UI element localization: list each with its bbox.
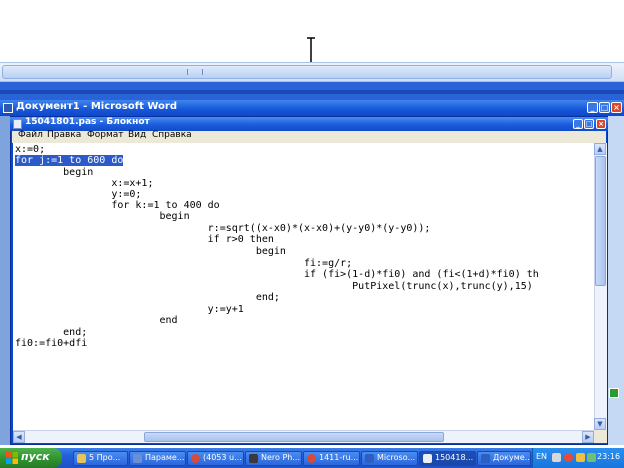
browser-icon — [191, 454, 200, 463]
notepad-close-button[interactable]: × — [596, 119, 606, 129]
word-close-button[interactable]: × — [611, 102, 622, 113]
code-line: begin — [15, 246, 286, 257]
notepad-maximize-button[interactable]: □ — [584, 119, 594, 129]
word-app-icon — [3, 103, 13, 113]
scroll-right-arrow-icon[interactable]: ▶ — [582, 431, 594, 443]
volume-icon[interactable] — [576, 453, 585, 462]
code-line: if r>0 then — [15, 234, 274, 245]
code-line: x:=0; — [15, 144, 46, 155]
menu-help[interactable]: Справка — [152, 130, 192, 140]
word-icon — [481, 454, 490, 463]
taskbar-item-label: Докуме... — [493, 453, 531, 462]
settings-icon — [133, 454, 142, 463]
menu-edit[interactable]: Правка — [47, 130, 81, 140]
taskbar-item-label: Nero Ph... — [261, 453, 300, 462]
taskbar-item-label: (4053 u... — [203, 453, 242, 462]
code-line-selected: for j:=1 to 600 do — [15, 155, 124, 166]
taskbar-item-settings[interactable]: Параме... — [129, 451, 186, 466]
word-maximize-button[interactable]: □ — [599, 102, 610, 113]
scroll-left-arrow-icon[interactable]: ◀ — [13, 431, 25, 443]
clock[interactable]: 23:16 — [597, 452, 620, 461]
code-line: x:=x+1; — [15, 178, 154, 189]
code-line: end; — [15, 327, 88, 338]
menu-view[interactable]: Вид — [128, 130, 146, 140]
word-horizontal-scrollbar[interactable] — [0, 62, 624, 82]
app-tray-icon[interactable] — [587, 453, 596, 462]
folder-icon — [77, 454, 86, 463]
window-divider — [0, 90, 624, 94]
grip-icon — [187, 69, 203, 75]
taskbar-item-nero[interactable]: Nero Ph... — [245, 451, 302, 466]
code-line: end; — [15, 292, 280, 303]
nero-icon — [249, 454, 258, 463]
word-icon — [365, 454, 374, 463]
code-line: y:=y+1 — [15, 304, 244, 315]
word-window-title: Документ1 - Microsoft Word — [16, 101, 177, 112]
language-indicator[interactable]: EN — [536, 452, 547, 461]
resize-grip-icon[interactable] — [594, 430, 607, 443]
start-label: пуск — [21, 450, 50, 463]
taskbar-item-label: Параме... — [145, 453, 185, 462]
network-icon[interactable] — [552, 453, 561, 462]
code-line: fi0:=fi0+dfi — [15, 338, 88, 349]
scroll-up-arrow-icon[interactable]: ▲ — [594, 143, 606, 155]
code-line: for k:=1 to 400 do — [15, 200, 220, 211]
notepad-app-icon — [13, 119, 22, 129]
code-line: begin — [15, 167, 94, 178]
taskbar-item-notepad[interactable]: 150418... — [419, 451, 476, 466]
scroll-down-arrow-icon[interactable]: ▼ — [594, 418, 606, 430]
security-icon[interactable] — [564, 453, 573, 462]
taskbar-item-label: 1411-ru... — [319, 453, 359, 462]
horizontal-scroll-thumb[interactable] — [144, 432, 444, 442]
code-line: if (fi>(1-d)*fi0) and (fi<(1+d)*fi0) th — [15, 269, 539, 280]
code-line: r:=sqrt((x-x0)*(x-x0)+(y-y0)*(y-y0)); — [15, 223, 431, 234]
taskbar-item-folder[interactable]: 5 Про... — [73, 451, 128, 466]
word-scrollbar-thumb[interactable] — [2, 65, 612, 79]
taskbar-item-browser[interactable]: (4053 u... — [187, 451, 244, 466]
word-minimize-button[interactable]: _ — [587, 102, 598, 113]
code-line: end — [15, 315, 178, 326]
browser-icon — [307, 454, 316, 463]
notepad-window-title: 15041801.pas - Блокнот — [25, 117, 150, 127]
code-line: PutPixel(trunc(x),trunc(y),15) — [15, 281, 533, 292]
taskbar-item-label: 5 Про... — [89, 453, 121, 462]
notepad-minimize-button[interactable]: _ — [573, 119, 583, 129]
taskbar-item-label: Microso... — [377, 453, 416, 462]
code-line: begin — [15, 211, 190, 222]
notepad-text-area[interactable]: x:=0; for j:=1 to 600 do begin x:=x+1; y… — [13, 143, 594, 430]
vertical-scroll-thumb[interactable] — [595, 156, 606, 286]
taskbar-item-microsoft[interactable]: Microso... — [361, 451, 418, 466]
word-status-icon — [609, 388, 619, 398]
taskbar-item-label: 150418... — [435, 453, 474, 462]
menu-file[interactable]: Файл — [18, 130, 43, 140]
word-left-ruler — [0, 116, 10, 445]
taskbar-item-document[interactable]: Докуме... — [477, 451, 531, 466]
code-line: y:=0; — [15, 189, 142, 200]
taskbar-item-browser-2[interactable]: 1411-ru... — [303, 451, 360, 466]
notepad-icon — [423, 454, 432, 463]
selected-text[interactable]: for j:=1 to 600 do — [15, 155, 124, 166]
windows-logo-icon — [6, 452, 18, 464]
menu-format[interactable]: Формат — [87, 130, 124, 140]
code-line: fi:=g/r; — [15, 258, 353, 269]
